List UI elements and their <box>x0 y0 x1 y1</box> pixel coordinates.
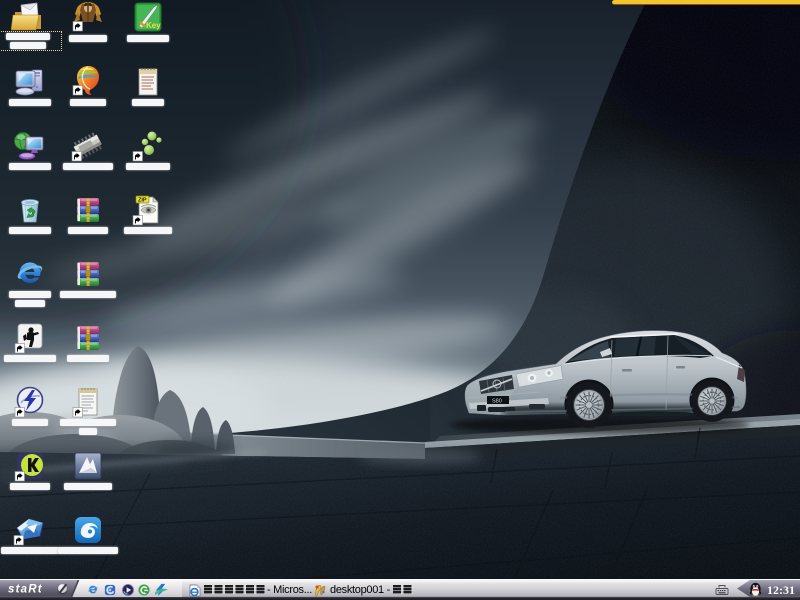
svg-text:12:31: 12:31 <box>767 583 795 597</box>
svg-text:S80: S80 <box>492 399 502 405</box>
svg-text:staRt: staRt <box>8 584 43 596</box>
svg-text:Key: Key <box>146 21 161 30</box>
svg-text:ZIP: ZIP <box>138 198 147 204</box>
